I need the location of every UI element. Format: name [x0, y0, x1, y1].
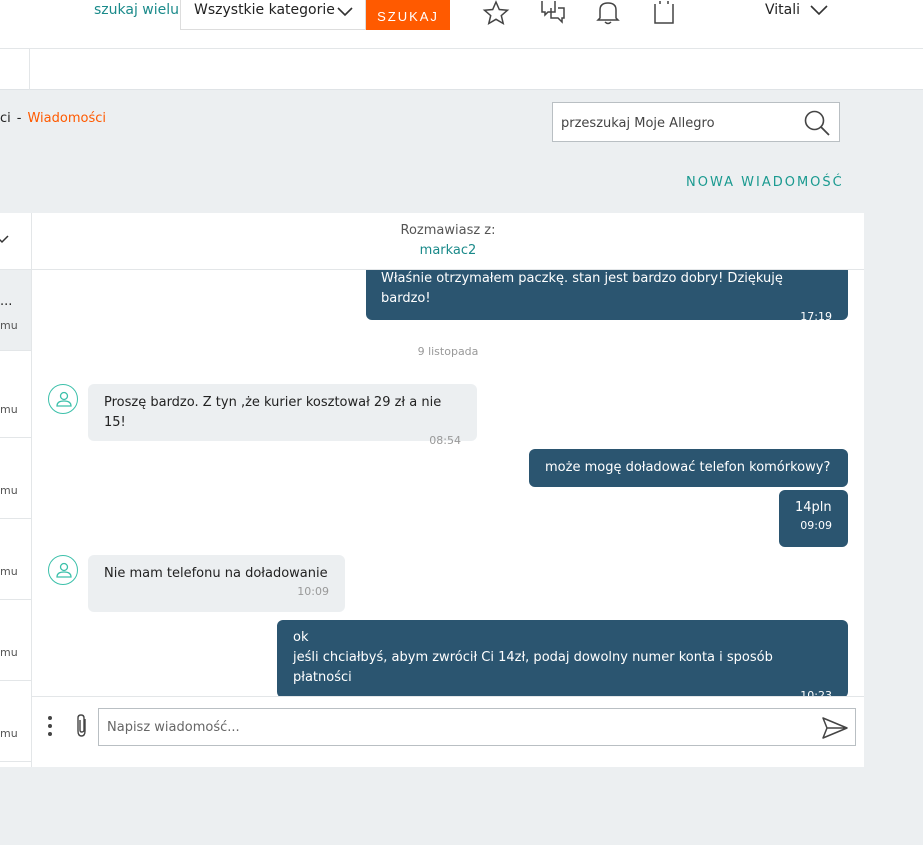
more-options-icon[interactable] — [46, 715, 54, 739]
conversation-partner-link[interactable]: markac2 — [32, 243, 864, 258]
message-incoming: Nie mam telefonu na doładowanie 10:09 — [88, 555, 345, 612]
message-outgoing: 14pln 09:09 — [779, 490, 848, 547]
conversation-with-label: Rozmawiasz z: — [400, 223, 496, 238]
search-input[interactable] — [561, 112, 791, 134]
bell-icon[interactable] — [594, 0, 622, 26]
user-icon — [56, 391, 72, 407]
conversation-item-snippet: mu — [0, 646, 18, 659]
secondary-bar — [0, 49, 923, 90]
breadcrumb-parent-link[interactable]: ci — [0, 111, 11, 126]
message-composer — [32, 696, 864, 767]
conversation-item-snippet: mu — [0, 565, 18, 578]
chevron-down-icon — [337, 7, 353, 17]
message-text: może mogę doładować telefon komórkowy? — [545, 460, 831, 475]
top-bar: szukaj wielu Wszystkie kategorie SZUKAJ … — [0, 0, 923, 49]
conversation-item-snippet: mu — [0, 403, 18, 416]
conversation-item-snippet: mu — [0, 727, 18, 740]
my-allegro-search — [552, 102, 840, 142]
user-icon — [56, 562, 72, 578]
message-incoming: Proszę bardzo. Z tyn ,że kurier kosztowa… — [88, 384, 477, 447]
user-menu-name[interactable]: Vitali — [765, 2, 800, 18]
conversation-item-title: ... — [0, 294, 13, 309]
category-select-value: Wszystkie kategorie — [194, 2, 335, 18]
message-time: 10:23 — [800, 689, 832, 696]
message-text: ok — [293, 630, 309, 645]
search-button[interactable]: SZUKAJ — [366, 0, 450, 30]
message-text: 14pln — [795, 500, 832, 515]
conversation-item[interactable]: mu — [0, 519, 31, 600]
chevron-down-icon[interactable] — [0, 233, 10, 247]
messages-panel: ... mu mu mu mu mu mu Rozmawiasz z: mark… — [0, 213, 864, 767]
new-message-button[interactable]: NOWA WIADOMOŚĆ — [686, 175, 844, 190]
cart-icon[interactable] — [650, 0, 678, 26]
conversation-item-snippet: mu — [0, 484, 18, 497]
chevron-down-icon[interactable] — [808, 0, 830, 22]
conversation-item[interactable]: mu — [0, 600, 31, 681]
date-separator: 9 listopada — [417, 345, 479, 358]
message-text: Nie mam telefonu na doładowanie — [104, 566, 328, 581]
divider — [29, 49, 30, 90]
category-select[interactable]: Wszystkie kategorie — [180, 0, 366, 30]
conversation-list: ... mu mu mu mu mu mu — [0, 213, 32, 767]
search-icon[interactable] — [803, 109, 831, 137]
message-time: 17:19 — [800, 310, 832, 323]
attachment-icon[interactable] — [72, 713, 92, 739]
message-outgoing: może mogę doładować telefon komórkowy? — [529, 449, 848, 487]
message-text: Właśnie otrzymałem paczkę. stan jest bar… — [381, 271, 783, 306]
message-outgoing: Właśnie otrzymałem paczkę. stan jest bar… — [366, 270, 848, 323]
conversation-item-snippet: mu — [0, 319, 18, 332]
breadcrumb-separator: - — [16, 111, 22, 126]
message-outgoing: ok jeśli chciałbyś, abym zwrócił Ci 14zł… — [277, 620, 848, 696]
message-text: jeśli chciałbyś, abym zwrócił Ci 14zł, p… — [293, 650, 773, 685]
message-input-box — [98, 708, 856, 746]
conversation-item[interactable]: mu — [0, 357, 31, 438]
breadcrumb-current: Wiadomości — [27, 111, 106, 126]
message-time: 08:54 — [429, 434, 461, 447]
breadcrumb: ci - Wiadomości — [0, 111, 106, 126]
conversation-item[interactable]: mu — [0, 438, 31, 519]
conversation-item[interactable]: ... mu — [0, 270, 31, 351]
chat-icon[interactable] — [539, 0, 567, 26]
message-text: Proszę bardzo. Z tyn ,że kurier kosztowa… — [104, 395, 442, 430]
message-time: 10:09 — [297, 585, 329, 598]
star-icon[interactable] — [482, 0, 510, 26]
conversation-list-header — [0, 213, 31, 270]
message-input[interactable] — [107, 717, 807, 737]
multi-search-link[interactable]: szukaj wielu — [94, 2, 179, 18]
avatar — [48, 384, 78, 414]
message-time: 09:09 — [800, 519, 832, 532]
conversation-item[interactable]: mu — [0, 681, 31, 762]
message-thread[interactable]: Właśnie otrzymałem paczkę. stan jest bar… — [32, 270, 864, 696]
avatar — [48, 555, 78, 585]
conversation-header: Rozmawiasz z: markac2 — [32, 213, 864, 270]
send-icon[interactable] — [821, 716, 849, 740]
